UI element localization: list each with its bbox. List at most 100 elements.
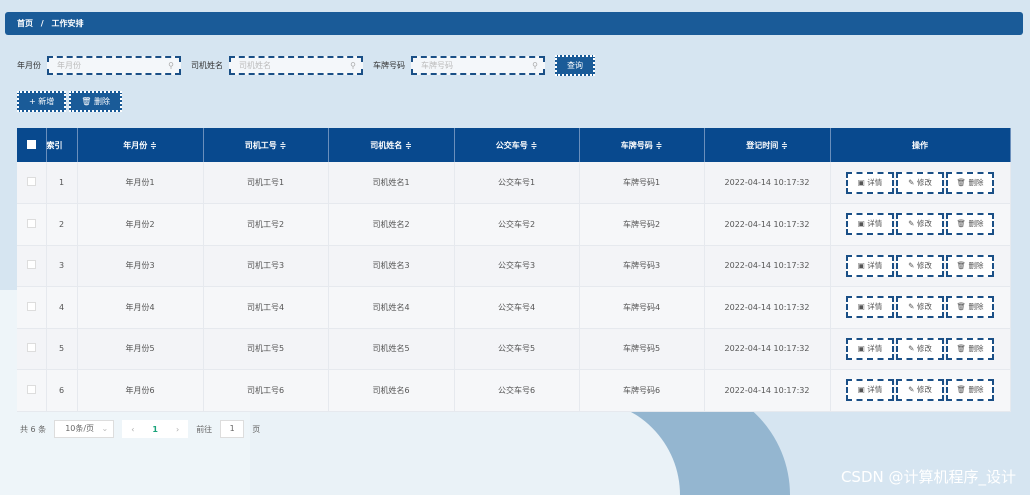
table-cell: 年月份2 bbox=[77, 203, 204, 246]
goto-page-input[interactable]: 1 bbox=[220, 420, 245, 438]
table-cell: 公交车号5 bbox=[454, 328, 580, 370]
delete-button[interactable]: 🗑 删除 bbox=[946, 296, 994, 319]
table-cell: 车牌号码3 bbox=[579, 245, 705, 287]
table-cell: 司机姓名3 bbox=[328, 245, 455, 287]
table-cell: 司机工号3 bbox=[203, 245, 329, 287]
data-table: 索引 年月份 ≑ 司机工号 ≑ 司机姓名 ≑ 公交车号 ≑ 车牌号码 ≑ 登记时间 ≑ 操作 … bbox=[17, 128, 1011, 412]
column-header[interactable]: 司机姓名 ≑ bbox=[328, 128, 455, 162]
plate-label: 车牌号码 bbox=[373, 61, 405, 70]
column-header[interactable]: 公交车号 ≑ bbox=[454, 128, 580, 162]
table-cell: 司机工号5 bbox=[203, 328, 329, 370]
table-cell: 公交车号4 bbox=[454, 286, 580, 329]
next-page-button[interactable]: › bbox=[176, 425, 179, 434]
column-header[interactable]: 登记时间 ≑ bbox=[704, 128, 831, 162]
table-cell: 车牌号码2 bbox=[579, 203, 705, 246]
table-cell: 车牌号码5 bbox=[579, 328, 705, 370]
table-cell: 司机工号6 bbox=[203, 369, 329, 412]
table-cell: 公交车号1 bbox=[454, 162, 580, 204]
detail-button[interactable]: ▣ 详情 bbox=[846, 213, 894, 236]
actions-cell: ▣ 详情 ✎ 修改 🗑 删除 bbox=[830, 162, 1011, 204]
search-icon: ⚲ bbox=[350, 61, 356, 70]
table-cell: 2 bbox=[46, 203, 78, 246]
table-cell: 司机姓名6 bbox=[328, 369, 455, 412]
table-cell: 司机工号4 bbox=[203, 286, 329, 329]
column-header[interactable]: 年月份 ≑ bbox=[77, 128, 204, 162]
delete-button[interactable]: 🗑 删除 bbox=[946, 213, 994, 236]
month-input[interactable]: 年月份 ⚲ bbox=[47, 56, 181, 75]
total-count: 共 6 条 bbox=[20, 424, 47, 434]
page-1[interactable]: 1 bbox=[152, 425, 158, 434]
breadcrumb-separator: / bbox=[40, 19, 44, 28]
table-cell: 1 bbox=[46, 162, 78, 204]
edit-button[interactable]: ✎ 修改 bbox=[896, 213, 944, 236]
breadcrumb-current: 工作安排 bbox=[51, 19, 84, 28]
table-cell: 年月份6 bbox=[77, 369, 204, 412]
select-all-checkbox[interactable] bbox=[17, 128, 47, 162]
table-cell: 车牌号码1 bbox=[579, 162, 705, 204]
row-checkbox[interactable] bbox=[17, 245, 47, 287]
page-size-select[interactable]: 10条/页 ⌄ bbox=[54, 420, 115, 438]
delete-button[interactable]: 🗑 删除 bbox=[946, 379, 994, 402]
breadcrumb: 首页 / 工作安排 bbox=[5, 12, 1023, 35]
detail-button[interactable]: ▣ 详情 bbox=[846, 379, 894, 402]
breadcrumb-home[interactable]: 首页 bbox=[17, 19, 33, 28]
prev-page-button[interactable]: ‹ bbox=[131, 425, 134, 434]
table-cell: 车牌号码4 bbox=[579, 286, 705, 329]
table-row: 3 年月份3 司机工号3 司机姓名3 公交车号3 车牌号码3 2022-04-14 10:1… bbox=[17, 245, 1011, 287]
detail-button[interactable]: ▣ 详情 bbox=[846, 171, 894, 194]
row-checkbox[interactable] bbox=[17, 162, 47, 204]
batch-delete-button[interactable]: 🗑 删除 bbox=[69, 91, 122, 112]
table-cell: 2022-04-14 10:17:32 bbox=[704, 203, 831, 246]
table-cell: 3 bbox=[46, 245, 78, 287]
search-icon: ⚲ bbox=[168, 61, 174, 70]
edit-button[interactable]: ✎ 修改 bbox=[896, 296, 944, 319]
watermark: CSDN @计算机程序_设计 bbox=[840, 468, 1016, 486]
search-icon: ⚲ bbox=[532, 61, 538, 70]
query-button[interactable]: 查询 bbox=[555, 55, 595, 76]
edit-button[interactable]: ✎ 修改 bbox=[896, 337, 944, 360]
table-cell: 5 bbox=[46, 328, 78, 370]
table-cell: 司机姓名2 bbox=[328, 203, 455, 246]
row-checkbox[interactable] bbox=[17, 286, 47, 329]
table-cell: 年月份5 bbox=[77, 328, 204, 370]
table-cell: 2022-04-14 10:17:32 bbox=[704, 328, 831, 370]
table-cell: 司机姓名1 bbox=[328, 162, 455, 204]
month-label: 年月份 bbox=[17, 61, 41, 70]
detail-button[interactable]: ▣ 详情 bbox=[846, 337, 894, 360]
row-checkbox[interactable] bbox=[17, 328, 47, 370]
table-cell: 2022-04-14 10:17:32 bbox=[704, 286, 831, 329]
table-cell: 公交车号2 bbox=[454, 203, 580, 246]
table-cell: 车牌号码6 bbox=[579, 369, 705, 412]
driver-name-input[interactable]: 司机姓名 ⚲ bbox=[229, 56, 363, 75]
column-header[interactable]: 车牌号码 ≑ bbox=[579, 128, 705, 162]
detail-button[interactable]: ▣ 详情 bbox=[846, 254, 894, 277]
column-header[interactable]: 司机工号 ≑ bbox=[203, 128, 329, 162]
table-cell: 2022-04-14 10:17:32 bbox=[704, 162, 831, 204]
table-cell: 4 bbox=[46, 286, 78, 329]
actions-cell: ▣ 详情 ✎ 修改 🗑 删除 bbox=[830, 286, 1011, 329]
table-cell: 2022-04-14 10:17:32 bbox=[704, 245, 831, 287]
delete-button[interactable]: 🗑 删除 bbox=[946, 171, 994, 194]
table-row: 1 年月份1 司机工号1 司机姓名1 公交车号1 车牌号码1 2022-04-14 10:1… bbox=[17, 162, 1011, 204]
table-row: 2 年月份2 司机工号2 司机姓名2 公交车号2 车牌号码2 2022-04-14 10:1… bbox=[17, 203, 1011, 246]
detail-button[interactable]: ▣ 详情 bbox=[846, 296, 894, 319]
delete-button[interactable]: 🗑 删除 bbox=[946, 254, 994, 277]
table-cell: 公交车号3 bbox=[454, 245, 580, 287]
delete-button[interactable]: 🗑 删除 bbox=[946, 337, 994, 360]
actions-cell: ▣ 详情 ✎ 修改 🗑 删除 bbox=[830, 369, 1011, 412]
edit-button[interactable]: ✎ 修改 bbox=[896, 379, 944, 402]
actions-cell: ▣ 详情 ✎ 修改 🗑 删除 bbox=[830, 203, 1011, 246]
row-checkbox[interactable] bbox=[17, 203, 47, 246]
add-button[interactable]: + 新增 bbox=[17, 91, 67, 112]
table-cell: 司机姓名4 bbox=[328, 286, 455, 329]
table-cell: 年月份4 bbox=[77, 286, 204, 329]
edit-button[interactable]: ✎ 修改 bbox=[896, 254, 944, 277]
search-bar: 年月份 年月份 ⚲ 司机姓名 司机姓名 ⚲ 车牌号码 车牌号码 ⚲ 查询 bbox=[17, 55, 595, 76]
table-row: 4 年月份4 司机工号4 司机姓名4 公交车号4 车牌号码4 2022-04-14 10:1… bbox=[17, 286, 1011, 329]
table-cell: 司机工号2 bbox=[203, 203, 329, 246]
plate-input[interactable]: 车牌号码 ⚲ bbox=[411, 56, 545, 75]
driver-name-label: 司机姓名 bbox=[191, 61, 223, 70]
edit-button[interactable]: ✎ 修改 bbox=[896, 171, 944, 194]
table-cell: 2022-04-14 10:17:32 bbox=[704, 369, 831, 412]
row-checkbox[interactable] bbox=[17, 369, 47, 412]
